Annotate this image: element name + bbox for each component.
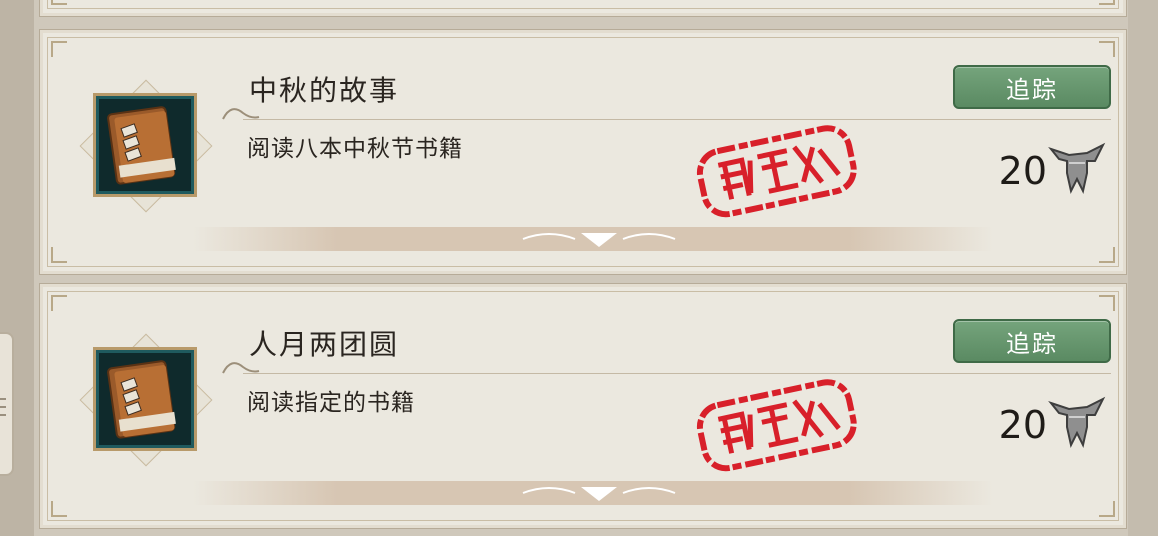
- bronze-vessel-icon: [1048, 142, 1106, 194]
- expand-arrow-icon[interactable]: [519, 481, 679, 505]
- title-divider: [243, 373, 1111, 374]
- book-icon: [107, 106, 176, 185]
- quest-description: 阅读指定的书籍: [247, 390, 415, 416]
- quest-card: 中秋的故事 阅读八本中秋节书籍 追踪 20: [40, 30, 1126, 274]
- quest-item-slot[interactable]: [71, 71, 219, 219]
- quest-card-partial: [40, 0, 1126, 16]
- quest-card: 人月两团圆 阅读指定的书籍 追踪 20: [40, 284, 1126, 528]
- quest-title: 中秋的故事: [249, 74, 400, 107]
- side-tab-handle[interactable]: [0, 332, 14, 476]
- reward-amount: 20: [998, 149, 1047, 193]
- track-button[interactable]: 追踪: [953, 65, 1111, 109]
- red-seal-stamp: [696, 379, 857, 472]
- quest-description: 阅读八本中秋节书籍: [247, 136, 463, 162]
- right-background: [1128, 0, 1158, 536]
- title-divider: [243, 119, 1111, 120]
- expand-arrow-icon[interactable]: [519, 227, 679, 251]
- track-button[interactable]: 追踪: [953, 319, 1111, 363]
- book-icon: [107, 360, 176, 439]
- reward-amount: 20: [998, 403, 1047, 447]
- red-seal-stamp: [696, 125, 857, 218]
- quest-title: 人月两团圆: [249, 328, 400, 361]
- bronze-vessel-icon: [1048, 396, 1106, 448]
- quest-item-slot[interactable]: [71, 325, 219, 473]
